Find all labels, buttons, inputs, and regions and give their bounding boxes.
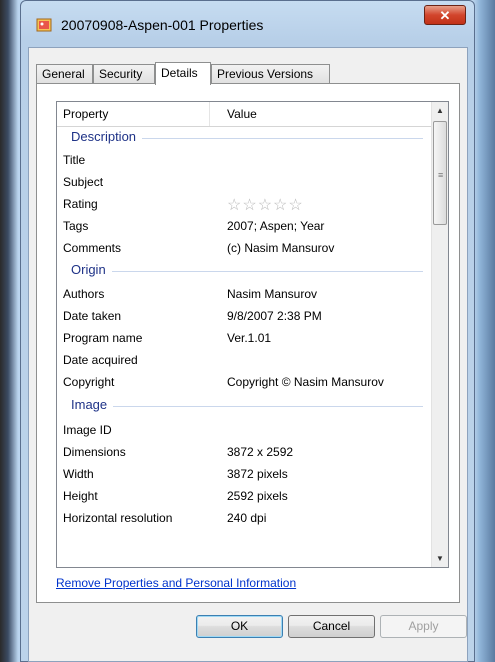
tab-details[interactable]: Details: [155, 62, 211, 85]
window-title: 20070908-Aspen-001 Properties: [61, 17, 264, 33]
rating-stars[interactable]: ☆☆☆☆☆: [227, 195, 304, 215]
group-header-description: Description: [57, 127, 431, 149]
column-header: Property Value: [57, 102, 431, 127]
scroll-down-arrow-icon[interactable]: ▼: [432, 550, 448, 567]
property-value: 2007; Aspen; Year: [227, 219, 325, 233]
vertical-scrollbar[interactable]: ▲ ≡ ▼: [431, 102, 448, 567]
property-row-title[interactable]: Title: [57, 149, 431, 171]
property-name: Rating: [63, 197, 98, 211]
property-name: Comments: [63, 241, 122, 255]
property-value: 3872 x 2592: [227, 445, 294, 459]
tab-security[interactable]: Security: [93, 64, 155, 84]
scrollbar-thumb[interactable]: ≡: [433, 121, 447, 225]
property-row-horizontal-resolution[interactable]: Horizontal resolution 240 dpi: [57, 507, 431, 529]
property-name: Program name: [63, 331, 143, 345]
property-name: Date taken: [63, 309, 122, 323]
property-row-date-acquired[interactable]: Date acquired: [57, 349, 431, 371]
property-row-date-taken[interactable]: Date taken 9/8/2007 2:38 PM: [57, 305, 431, 327]
property-name: Tags: [63, 219, 89, 233]
property-row-subject[interactable]: Subject: [57, 171, 431, 193]
grip-icon: ≡: [438, 170, 444, 180]
property-name: Horizontal resolution: [63, 511, 173, 525]
property-name: Subject: [63, 175, 104, 189]
property-row-comments[interactable]: Comments (c) Nasim Mansurov: [57, 237, 431, 259]
tab-previous-versions[interactable]: Previous Versions: [211, 64, 330, 84]
properties-list-content: Property Value Description Title Subject: [57, 102, 431, 567]
details-tab-panel: Property Value Description Title Subject: [36, 83, 460, 603]
dialog-client-area: General Security Details Previous Versio…: [28, 47, 468, 662]
property-row-height[interactable]: Height 2592 pixels: [57, 485, 431, 507]
scroll-up-arrow-icon[interactable]: ▲: [432, 102, 448, 119]
image-file-icon: [36, 18, 52, 32]
group-header-image: Image: [57, 395, 431, 417]
tab-general[interactable]: General: [36, 64, 93, 84]
property-row-copyright[interactable]: Copyright Copyright © Nasim Mansurov: [57, 371, 431, 393]
property-value: 9/8/2007 2:38 PM: [227, 309, 322, 323]
property-name: Width: [63, 467, 94, 481]
title-bar[interactable]: 20070908-Aspen-001 Properties ✕: [21, 1, 474, 47]
property-row-dimensions[interactable]: Dimensions 3872 x 2592: [57, 441, 431, 463]
properties-window: 20070908-Aspen-001 Properties ✕ General …: [20, 0, 475, 662]
column-divider[interactable]: [209, 102, 210, 126]
column-header-value[interactable]: Value: [227, 107, 257, 121]
property-value: 3872 pixels: [227, 467, 288, 481]
property-row-program-name[interactable]: Program name Ver.1.01: [57, 327, 431, 349]
group-divider-line: [71, 406, 423, 407]
group-title: Description: [71, 129, 143, 144]
group-title: Image: [71, 397, 114, 412]
property-name: Copyright: [63, 375, 115, 389]
remove-properties-link[interactable]: Remove Properties and Personal Informati…: [56, 576, 296, 590]
cancel-button[interactable]: Cancel: [288, 615, 375, 638]
property-value: (c) Nasim Mansurov: [227, 241, 335, 255]
property-value: Nasim Mansurov: [227, 287, 318, 301]
property-name: Dimensions: [63, 445, 126, 459]
properties-list[interactable]: Property Value Description Title Subject: [56, 101, 449, 568]
property-name: Date acquired: [63, 353, 138, 367]
property-name: Image ID: [63, 423, 112, 437]
column-header-property[interactable]: Property: [63, 107, 108, 121]
property-name: Authors: [63, 287, 105, 301]
property-value: Ver.1.01: [227, 331, 272, 345]
property-name: Title: [63, 153, 86, 167]
property-value: 2592 pixels: [227, 489, 288, 503]
property-value: 240 dpi: [227, 511, 267, 525]
property-value: Copyright © Nasim Mansurov: [227, 375, 384, 389]
property-row-tags[interactable]: Tags 2007; Aspen; Year: [57, 215, 431, 237]
property-row-image-id[interactable]: Image ID: [57, 419, 431, 441]
property-row-width[interactable]: Width 3872 pixels: [57, 463, 431, 485]
apply-button[interactable]: Apply: [380, 615, 467, 638]
property-row-authors[interactable]: Authors Nasim Mansurov: [57, 283, 431, 305]
ok-button[interactable]: OK: [196, 615, 283, 638]
group-divider-line: [71, 271, 423, 272]
group-title: Origin: [71, 262, 112, 277]
property-name: Height: [63, 489, 98, 503]
group-header-origin: Origin: [57, 260, 431, 282]
property-row-rating[interactable]: Rating ☆☆☆☆☆: [57, 193, 431, 215]
close-button[interactable]: ✕: [424, 5, 466, 25]
